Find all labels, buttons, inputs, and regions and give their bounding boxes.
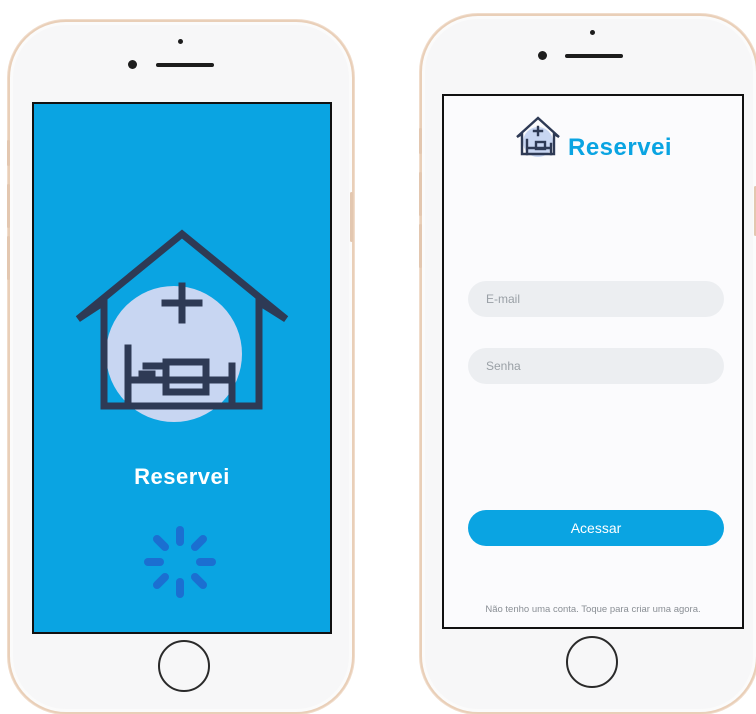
phone-frame-login: Reservei E-mail Senha Acessar Não tenho … <box>419 14 756 714</box>
splash-app-name: Reservei <box>134 464 230 489</box>
front-camera <box>538 51 547 60</box>
home-button[interactable] <box>566 636 618 688</box>
login-screen: Reservei E-mail Senha Acessar Não tenho … <box>442 94 744 629</box>
front-camera <box>128 60 137 69</box>
mute-switch <box>7 140 10 166</box>
spinner-icon <box>144 526 216 598</box>
login-app-name: Reservei <box>568 134 673 161</box>
earpiece-speaker <box>156 63 214 67</box>
volume-up-button <box>419 172 422 216</box>
splash-screen: Reservei <box>32 102 332 634</box>
password-field[interactable]: Senha <box>468 348 724 384</box>
phone-frame-splash: Reservei <box>7 20 354 714</box>
volume-down-button <box>419 224 422 268</box>
signup-link[interactable]: Não tenho uma conta. Toque para criar um… <box>444 604 742 615</box>
submit-button[interactable]: Acessar <box>468 510 724 546</box>
proximity-sensor <box>590 30 595 35</box>
volume-down-button <box>7 236 10 280</box>
email-field[interactable]: E-mail <box>468 281 724 317</box>
power-button <box>350 192 353 242</box>
app-logo-small <box>516 116 560 157</box>
volume-up-button <box>7 184 10 228</box>
mute-switch <box>419 128 422 154</box>
home-button[interactable] <box>158 640 210 692</box>
house-icon <box>75 229 289 410</box>
proximity-sensor <box>178 39 183 44</box>
earpiece-speaker <box>565 54 623 58</box>
